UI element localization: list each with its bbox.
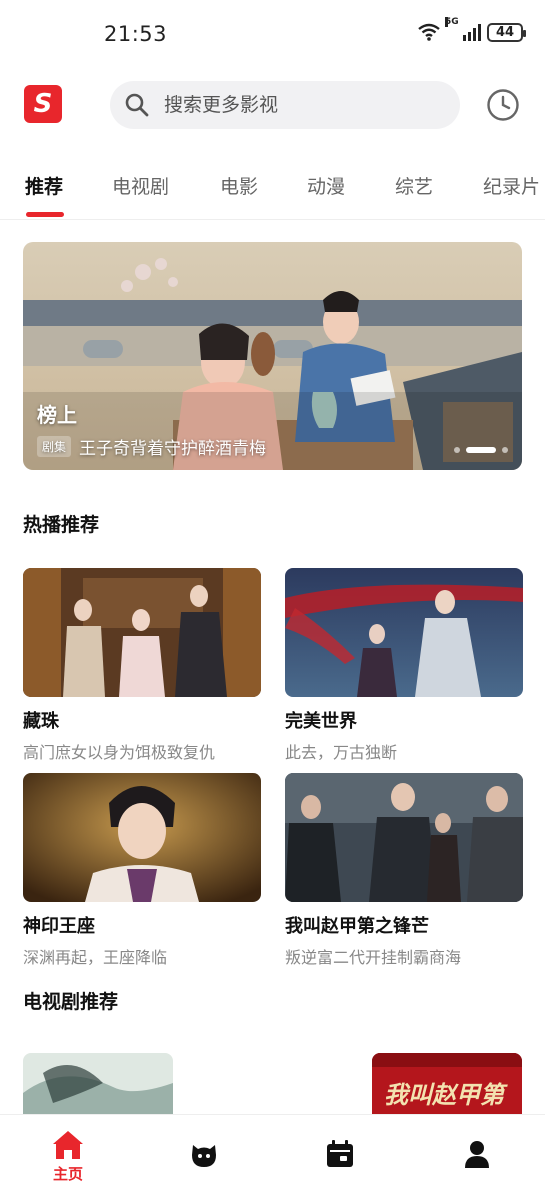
card-thumbnail <box>285 773 523 902</box>
divider <box>0 219 545 220</box>
nav-schedule[interactable] <box>310 1139 370 1169</box>
logo-letter: S <box>33 89 53 119</box>
carousel-dot-active[interactable] <box>466 447 496 453</box>
nav-home[interactable]: 主页 <box>38 1129 98 1184</box>
banner-title: 榜上 <box>37 403 77 427</box>
status-time: 21:53 <box>104 22 168 46</box>
card-title: 我叫赵甲第之锋芒 <box>285 916 429 937</box>
carousel-dot[interactable] <box>502 447 508 453</box>
section-title-hot: 热播推荐 <box>23 514 100 536</box>
carousel-dot[interactable] <box>454 447 460 453</box>
poster-title-text: 我叫赵甲第 <box>384 1081 504 1109</box>
banner-badge: 剧集 <box>37 436 72 457</box>
wifi-icon <box>418 23 440 41</box>
battery-icon: 44 <box>487 22 526 42</box>
search-icon <box>125 93 149 117</box>
card-thumbnail <box>23 568 261 697</box>
poster-image <box>23 1053 173 1115</box>
card-description: 深渊再起，王座降临 <box>23 948 168 967</box>
card-title: 藏珠 <box>23 711 59 732</box>
history-clock-icon[interactable] <box>486 88 520 122</box>
tab-movies[interactable]: 电影 <box>220 172 258 199</box>
section-title-tv: 电视剧推荐 <box>23 991 119 1013</box>
banner-subtitle: 王子奇背着守护醉酒青梅 <box>79 439 267 459</box>
card-thumbnail <box>23 773 261 902</box>
nav-home-label: 主页 <box>52 1165 83 1183</box>
card-description: 高门庶女以身为饵极致复仇 <box>23 743 216 762</box>
network-type: 5G <box>445 17 459 27</box>
search-input[interactable] <box>164 94 434 116</box>
tab-anime[interactable]: 动漫 <box>307 172 345 199</box>
active-tab-indicator <box>26 212 64 217</box>
tv-poster-2[interactable]: 我叫赵甲第 <box>372 1053 522 1115</box>
tab-variety[interactable]: 综艺 <box>395 172 433 199</box>
card-description: 叛逆富二代开挂制霸商海 <box>285 948 462 967</box>
category-tabs: 推荐 电视剧 电影 动漫 综艺 纪录片 <box>0 160 545 218</box>
card-thumbnail <box>285 568 523 697</box>
card-title: 神印王座 <box>23 916 95 937</box>
nav-discover[interactable] <box>174 1139 234 1169</box>
tab-recommend[interactable]: 推荐 <box>25 172 63 199</box>
hot-card-1[interactable]: 藏珠 高门庶女以身为饵极致复仇 <box>23 568 261 763</box>
status-bar: 21:53 5G 44 <box>0 0 545 70</box>
hot-card-4[interactable]: 我叫赵甲第之锋芒 叛逆富二代开挂制霸商海 <box>285 773 523 968</box>
cellular-signal-icon: 5G <box>445 17 481 41</box>
user-icon <box>465 1141 489 1168</box>
app-logo[interactable]: S <box>24 85 62 123</box>
app-screen: 21:53 5G 44 S 推荐 电视剧 电影 <box>0 0 545 1200</box>
battery-level: 44 <box>495 24 515 40</box>
card-description: 此去，万古独断 <box>285 743 398 762</box>
hot-card-2[interactable]: 完美世界 此去，万古独断 <box>285 568 523 763</box>
status-icons: 5G 44 <box>417 17 526 42</box>
banner-subtitle-row: 剧集 王子奇背着守护醉酒青梅 <box>37 434 266 459</box>
hot-card-3[interactable]: 神印王座 深渊再起，王座降临 <box>23 773 261 968</box>
search-bar[interactable] <box>110 81 460 129</box>
bottom-navigation: 主页 <box>0 1114 545 1200</box>
nav-profile[interactable] <box>447 1139 507 1169</box>
tab-documentary[interactable]: 纪录片 <box>483 172 540 199</box>
tab-tv-series[interactable]: 电视剧 <box>112 172 169 199</box>
mascot-face-icon <box>192 1145 216 1167</box>
home-icon <box>53 1131 83 1159</box>
card-title: 完美世界 <box>285 711 357 732</box>
featured-banner[interactable]: 榜上 剧集 王子奇背着守护醉酒青梅 <box>23 242 522 470</box>
tv-poster-1[interactable] <box>23 1053 173 1115</box>
carousel-dots <box>454 447 508 453</box>
calendar-icon <box>327 1140 353 1167</box>
